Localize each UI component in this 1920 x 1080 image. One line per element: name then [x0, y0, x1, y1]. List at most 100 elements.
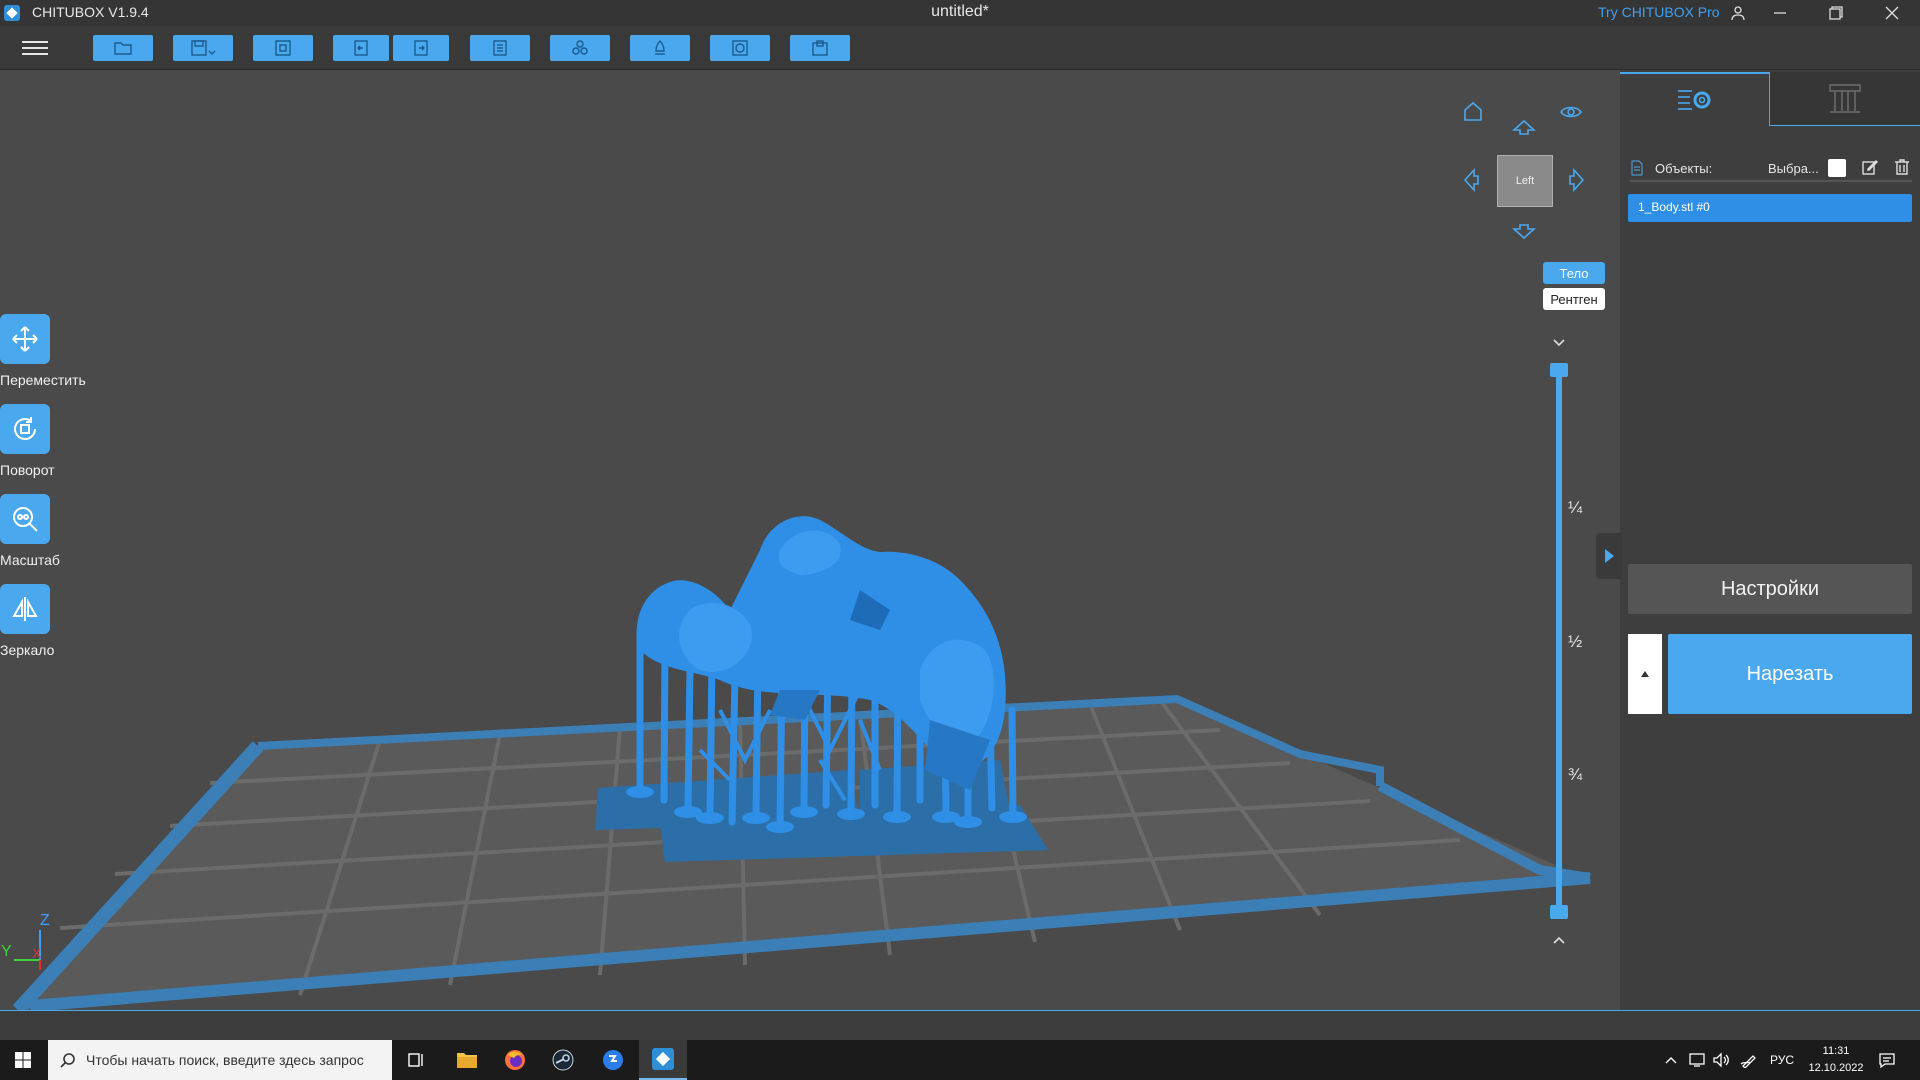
axis-y-label: Y [1, 943, 12, 960]
document-icon [1631, 160, 1643, 176]
app-launcher-icon[interactable] [589, 1040, 637, 1080]
notifications-icon[interactable] [1878, 1040, 1896, 1080]
drill-button[interactable] [790, 35, 850, 61]
scale-tool-label: Масштаб [0, 552, 60, 568]
view-right-arrow-icon[interactable] [1568, 167, 1586, 197]
minimize-button[interactable] [1760, 0, 1800, 26]
task-view-icon[interactable] [392, 1040, 440, 1080]
triangle-right-icon [1605, 549, 1614, 563]
folder-icon [114, 42, 132, 55]
layer-mark-half: ½ [1568, 632, 1583, 651]
snapshot-button[interactable] [253, 35, 313, 61]
rotate-icon[interactable] [0, 404, 50, 454]
chitubox-logo-icon [4, 5, 20, 21]
layer-slider-track[interactable] [1556, 368, 1562, 913]
view-left-arrow-icon[interactable] [1462, 167, 1480, 197]
show-hidden-icons-chevron-icon[interactable] [1664, 1040, 1678, 1080]
layer-slider-bottom-handle[interactable] [1550, 905, 1568, 919]
object-list-item[interactable]: 1_Body.stl #0 [1628, 194, 1912, 222]
undo-button[interactable] [333, 35, 389, 61]
clock-time: 11:31 [1822, 1045, 1850, 1057]
save-icon [191, 40, 216, 56]
pen-workspace-icon[interactable] [1740, 1040, 1758, 1080]
slice-options-toggle[interactable] [1628, 634, 1662, 714]
slice-button[interactable]: Нарезать [1668, 634, 1912, 714]
layout-button[interactable] [470, 35, 530, 61]
windows-taskbar: Чтобы начать поиск, введите здесь запрос… [0, 1040, 1920, 1080]
user-icon[interactable] [1718, 0, 1758, 26]
layer-slider-top-handle[interactable] [1550, 363, 1568, 377]
main-toolbar [0, 26, 1920, 70]
search-icon [60, 1053, 75, 1068]
build-scene: Z Y X [1, 516, 1591, 1010]
support-button[interactable] [630, 35, 690, 61]
rotate-tool-label: Поворот [0, 462, 55, 478]
taskbar-search-box[interactable]: Чтобы начать поиск, введите здесь запрос [48, 1040, 392, 1080]
hollow-button[interactable] [710, 35, 770, 61]
view-top-arrow-icon[interactable] [1511, 118, 1537, 141]
3d-viewport[interactable]: Z Y X Переместить Поворот Масштаб Зеркал… [0, 70, 1620, 1010]
search-placeholder: Чтобы начать поиск, введите здесь запрос [86, 1052, 364, 1068]
settings-list-icon [1677, 90, 1710, 110]
mirror-tool-label: Зеркало [0, 642, 55, 658]
right-panel: Объекты: Выбра... 1_Body.stl #0 [1620, 70, 1920, 1010]
snapshot-icon [275, 40, 291, 56]
arrange-button[interactable] [550, 35, 610, 61]
chitubox-taskbar-icon[interactable] [639, 1040, 687, 1080]
xray-view-button[interactable]: Рентген [1543, 288, 1605, 310]
save-button[interactable] [173, 35, 233, 61]
mirror-tool[interactable]: Зеркало [0, 584, 110, 658]
try-pro-link[interactable]: Try CHITUBOX Pro [1598, 4, 1720, 20]
supports-icon [1829, 83, 1861, 113]
language-indicator[interactable]: РУС [1770, 1040, 1794, 1080]
mirror-icon[interactable] [0, 584, 50, 634]
scale-icon[interactable] [0, 494, 50, 544]
file-explorer-icon[interactable] [443, 1040, 491, 1080]
move-tool[interactable]: Переместить [0, 314, 110, 388]
panel-tabs [1620, 70, 1920, 126]
tab-model-settings[interactable] [1620, 72, 1770, 126]
hamburger-menu-icon[interactable] [20, 37, 50, 59]
support-icon [655, 40, 665, 55]
axis-z-label: Z [40, 912, 50, 929]
objects-header: Объекты: Выбра... [1630, 158, 1912, 182]
clock-date: 12.10.2022 [1808, 1062, 1864, 1074]
layer-up-chevron-icon[interactable] [1551, 932, 1567, 948]
collapse-panel-tab[interactable] [1596, 533, 1622, 579]
settings-button[interactable]: Настройки [1628, 564, 1912, 614]
undo-icon [354, 40, 368, 56]
home-view-icon[interactable] [1462, 100, 1484, 127]
taskbar-clock[interactable]: 11:31 12.10.2022 [1808, 1043, 1864, 1077]
app-name: CHITUBOX V1.9.4 [32, 4, 149, 20]
objects-label: Объекты: [1655, 161, 1713, 176]
select-all-checkbox[interactable] [1828, 159, 1846, 177]
view-cube[interactable]: Left [1497, 155, 1553, 207]
rotate-tool[interactable]: Поворот [0, 404, 110, 478]
layer-down-chevron-icon[interactable] [1551, 334, 1567, 350]
arrange-icon [572, 40, 588, 55]
body-view-button[interactable]: Тело [1543, 262, 1605, 284]
move-icon[interactable] [0, 314, 50, 364]
select-all-label: Выбра... [1768, 161, 1819, 176]
steam-icon[interactable] [539, 1040, 587, 1080]
tab-supports[interactable] [1770, 72, 1920, 126]
visibility-eye-icon[interactable] [1560, 103, 1582, 126]
network-icon[interactable] [1688, 1040, 1706, 1080]
volume-icon[interactable] [1712, 1040, 1730, 1080]
title-bar: CHITUBOX V1.9.4 untitled* Try CHITUBOX P… [0, 0, 1920, 26]
open-file-button[interactable] [93, 35, 153, 61]
scale-tool[interactable]: Масштаб [0, 494, 110, 568]
layer-mark-three-quarters: ¾ [1568, 765, 1583, 784]
windows-logo-icon [15, 1052, 31, 1068]
close-button[interactable] [1872, 0, 1912, 26]
restore-button[interactable] [1816, 0, 1856, 26]
edit-icon[interactable] [1862, 159, 1878, 178]
hollow-icon [732, 40, 748, 56]
redo-button[interactable] [393, 35, 449, 61]
delete-trash-icon[interactable] [1894, 159, 1910, 178]
windows-start-button[interactable] [0, 1040, 46, 1080]
view-bottom-arrow-icon[interactable] [1511, 223, 1537, 246]
triangle-up-icon [1641, 671, 1649, 677]
move-tool-label: Переместить [0, 372, 86, 388]
firefox-icon[interactable] [491, 1040, 539, 1080]
